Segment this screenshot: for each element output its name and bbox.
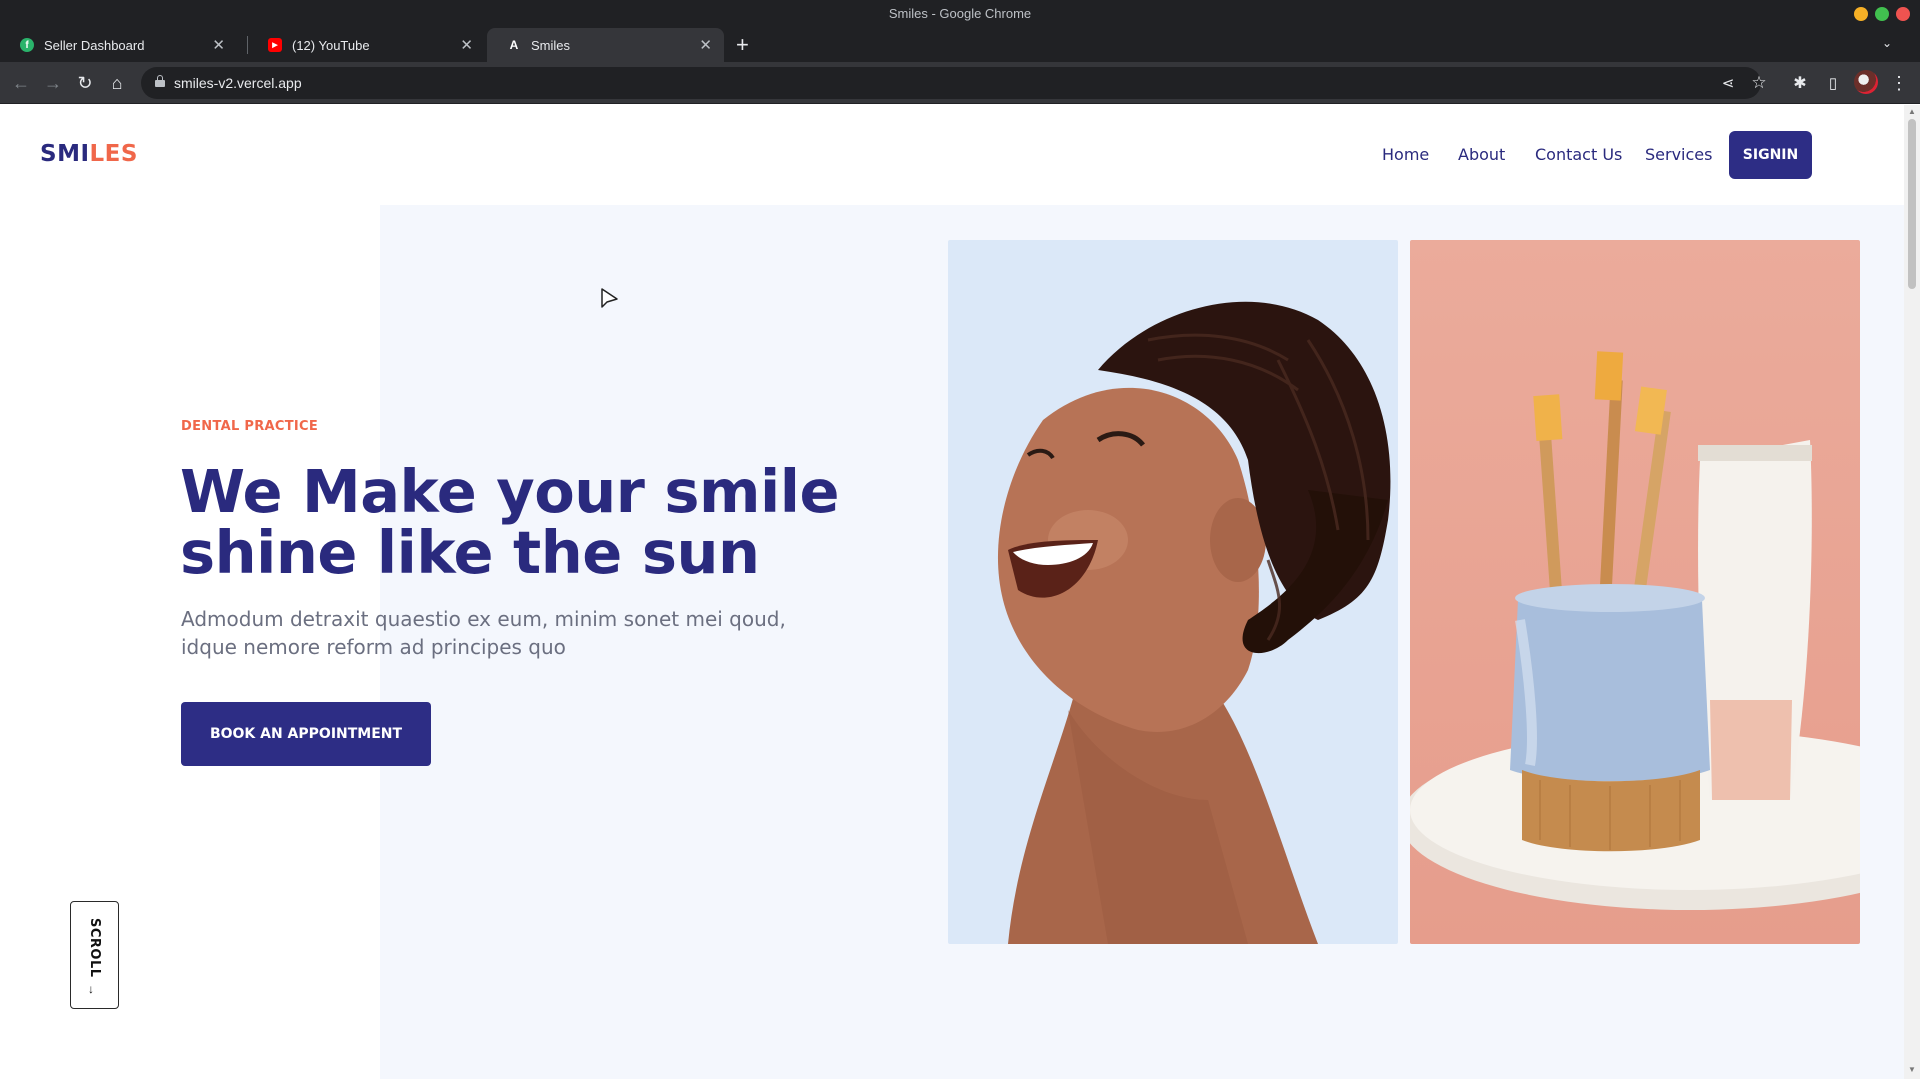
hero-subtext: Admodum detraxit quaestio ex eum, minim … <box>181 607 786 659</box>
tab-search-icon[interactable]: ⌄ <box>1882 36 1892 50</box>
reload-icon[interactable]: ↻ <box>72 70 98 96</box>
seller-dashboard-icon: f <box>20 38 34 52</box>
close-tab-icon[interactable]: ✕ <box>699 36 712 54</box>
mouse-cursor-icon <box>601 288 618 308</box>
tab-label: Seller Dashboard <box>44 37 145 53</box>
scrollbar-thumb[interactable] <box>1908 119 1916 289</box>
share-icon[interactable]: ⋖ <box>1715 70 1741 96</box>
tab-smiles[interactable]: A Smiles ✕ <box>487 28 724 62</box>
site-logo[interactable]: SMILES <box>40 141 138 167</box>
forward-icon[interactable]: → <box>40 70 66 96</box>
lock-icon[interactable] <box>155 75 165 87</box>
bookmark-star-icon[interactable]: ☆ <box>1746 70 1772 96</box>
hero-eyebrow: DENTAL PRACTICE <box>181 419 319 434</box>
url-text[interactable]: smiles-v2.vercel.app <box>174 75 302 91</box>
nav-home[interactable]: Home <box>1382 145 1429 164</box>
youtube-icon: ▶ <box>268 38 282 52</box>
signin-button[interactable]: SIGNIN <box>1729 131 1812 179</box>
close-window-button[interactable] <box>1896 7 1910 21</box>
headline-line-1: We Make your smile <box>180 457 839 526</box>
close-tab-icon[interactable]: ✕ <box>212 36 225 54</box>
window-title: Smiles - Google Chrome <box>888 6 1032 21</box>
nav-services[interactable]: Services <box>1645 145 1712 164</box>
tab-label: (12) YouTube <box>292 37 370 53</box>
home-icon[interactable]: ⌂ <box>104 70 130 96</box>
tab-seller-dashboard[interactable]: f Seller Dashboard ✕ <box>0 28 237 62</box>
nav-contact-us[interactable]: Contact Us <box>1535 145 1622 164</box>
web-page: SMILES Home About Contact Us Services SI… <box>0 105 1904 1079</box>
headline-line-2: shine like the sun <box>180 518 760 587</box>
scroll-down-icon[interactable]: ▼ <box>1908 1065 1916 1074</box>
back-icon[interactable]: ← <box>8 70 34 96</box>
scroll-up-icon[interactable]: ▲ <box>1908 107 1916 116</box>
address-bar[interactable]: smiles-v2.vercel.app ⋖ ☆ <box>141 67 1767 99</box>
scroll-label: SCROLL <box>87 918 102 978</box>
tab-youtube[interactable]: ▶ (12) YouTube ✕ <box>248 28 485 62</box>
hero-headline: We Make your smile shine like the sun <box>180 461 900 583</box>
smiling-woman-image <box>948 240 1398 944</box>
close-tab-icon[interactable]: ✕ <box>460 36 473 54</box>
window-titlebar: Smiles - Google Chrome <box>0 0 1920 28</box>
browser-toolbar: ← → ↻ ⌂ smiles-v2.vercel.app ⋖ ☆ ✱ ▯ ⋮ <box>0 62 1920 104</box>
menu-icon[interactable]: ⋮ <box>1886 70 1912 96</box>
side-panel-icon[interactable]: ▯ <box>1820 70 1846 96</box>
profile-avatar[interactable] <box>1854 70 1878 94</box>
book-appointment-button[interactable]: BOOK AN APPOINTMENT <box>181 702 431 766</box>
arrow-down-icon: ↓ <box>88 982 94 996</box>
scroll-indicator[interactable]: SCROLL ↓ <box>70 901 119 1009</box>
minimize-button[interactable] <box>1854 7 1868 21</box>
toothbrushes-image <box>1410 240 1860 944</box>
extensions-icon[interactable]: ✱ <box>1787 70 1813 96</box>
nav-about[interactable]: About <box>1458 145 1505 164</box>
new-tab-button[interactable]: + <box>736 33 749 57</box>
vercel-icon: A <box>509 38 519 52</box>
tab-strip: f Seller Dashboard ✕ ▶ (12) YouTube ✕ A … <box>0 28 1920 62</box>
maximize-button[interactable] <box>1875 7 1889 21</box>
page-scrollbar[interactable]: ▲ ▼ <box>1904 105 1920 1079</box>
tab-label: Smiles <box>531 37 571 53</box>
